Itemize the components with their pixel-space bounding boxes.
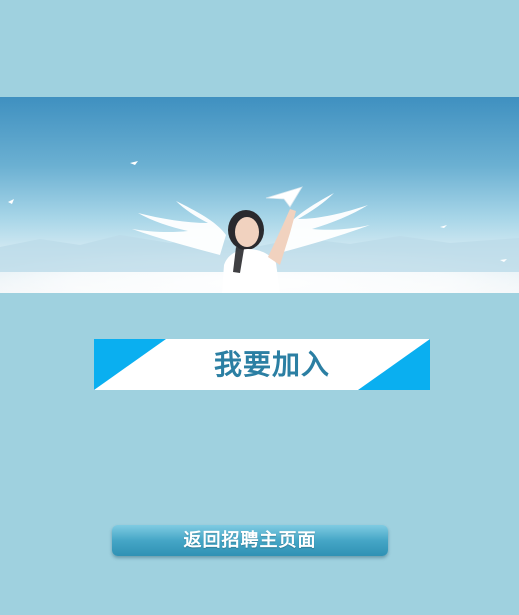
banner-illustration (0, 161, 519, 293)
bird-icon (130, 161, 138, 165)
join-title: 我要加入 (213, 348, 330, 381)
paper-plane-icon (265, 186, 303, 208)
bird-icon (440, 225, 447, 228)
bird-icon (8, 199, 14, 204)
join-title-box: 我要加入 (94, 339, 430, 390)
return-recruitment-home-button[interactable]: 返回招聘主页面 (112, 525, 388, 556)
header-banner (0, 97, 519, 293)
